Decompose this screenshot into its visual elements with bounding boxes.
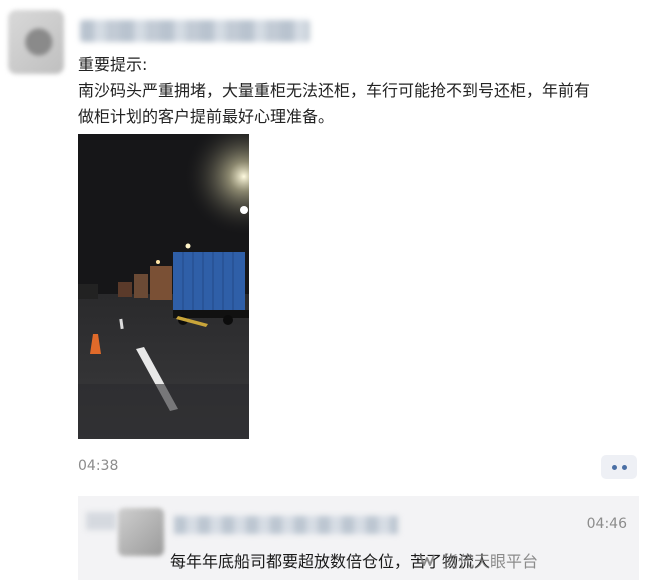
watermark-text: 货代天眼平台: [442, 552, 539, 571]
wechat-channel-icon: [419, 554, 435, 566]
comment-time: 04:46: [586, 516, 627, 532]
post-line-2: 南沙码头严重拥堵，大量重柜无法还柜，车行可能抢不到号还柜，年前有: [78, 81, 591, 100]
dot-icon: [621, 464, 627, 470]
more-options-button[interactable]: [601, 455, 637, 479]
comment-section: 04:46 每年年底船司都要超放数倍仓位，苦了物流人: [78, 496, 639, 580]
comment-icon-blurred: [86, 512, 116, 530]
author-avatar[interactable]: [8, 10, 64, 74]
author-name-blurred[interactable]: [80, 20, 310, 42]
commenter-name-blurred[interactable]: [174, 516, 398, 534]
post-time: 04:38: [78, 458, 119, 474]
post-line-1: 重要提示:: [78, 55, 148, 74]
post-text: 重要提示: 南沙码头严重拥堵，大量重柜无法还柜，车行可能抢不到号还柜，年前有 做…: [78, 52, 644, 130]
post-line-3: 做柜计划的客户提前最好心理准备。: [78, 107, 335, 126]
post-photo[interactable]: [78, 134, 249, 439]
dot-icon: [611, 464, 617, 470]
commenter-avatar[interactable]: [118, 508, 164, 556]
watermark: 货代天眼平台: [418, 548, 538, 572]
